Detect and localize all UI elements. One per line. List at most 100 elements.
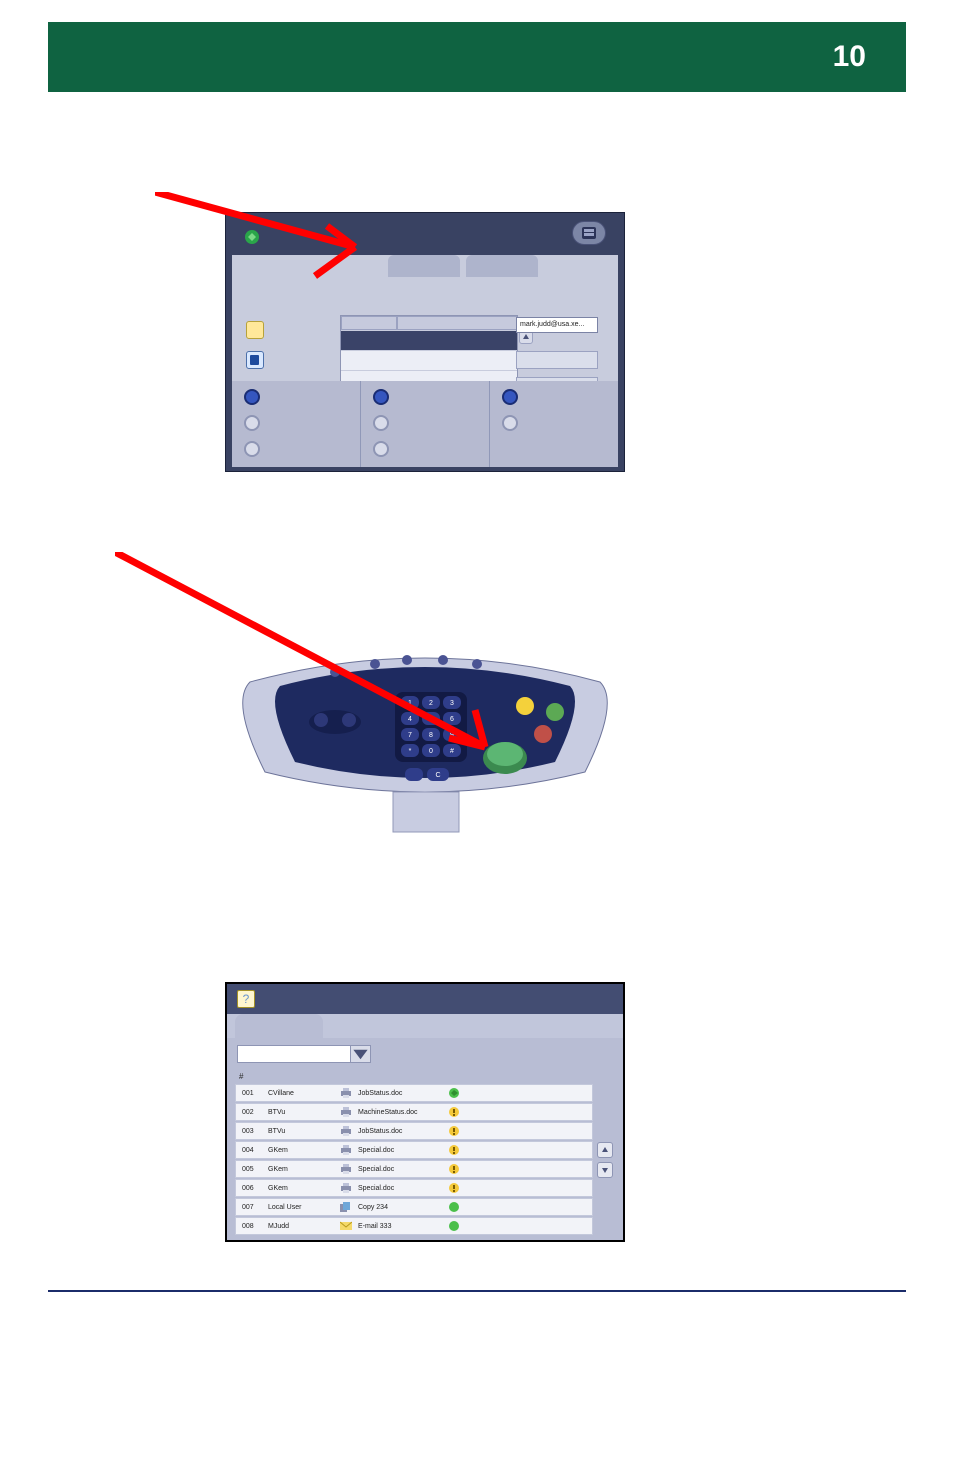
job-row[interactable]: 001CVillane JobStatus.doc: [235, 1084, 593, 1102]
job-filter-dropdown-button[interactable]: [351, 1045, 371, 1063]
job-type-icon: [338, 1183, 354, 1193]
job-id: 001: [236, 1090, 268, 1097]
clear-all-button[interactable]: [546, 703, 564, 721]
option-radio[interactable]: [502, 415, 518, 431]
keypad-key-5[interactable]: 5: [429, 716, 433, 723]
option-column-1: [232, 381, 360, 467]
job-status-icon: [446, 1201, 462, 1213]
active-jobs-tab[interactable]: [235, 1014, 323, 1038]
job-row[interactable]: 007Local User Copy 234: [235, 1198, 593, 1216]
job-name: Special.doc: [354, 1166, 446, 1173]
job-id: 004: [236, 1147, 268, 1154]
job-filter-input[interactable]: [237, 1045, 351, 1063]
job-filter-bar: [227, 1038, 623, 1070]
job-name: Special.doc: [354, 1147, 446, 1154]
keypad-key-2[interactable]: 2: [429, 700, 433, 707]
control-panel-illustration: 1 2 3 4 5 6 7 8 9 * 0 # C: [225, 642, 625, 842]
job-owner: MJudd: [268, 1223, 338, 1230]
scroll-down-button[interactable]: [597, 1162, 613, 1178]
page-number: 10: [833, 40, 866, 74]
recipient-row[interactable]: [341, 330, 517, 350]
job-owner: GKem: [268, 1166, 338, 1173]
job-owner: GKem: [268, 1147, 338, 1154]
email-tab-2[interactable]: [388, 255, 460, 277]
job-name: E-mail 333: [354, 1223, 446, 1230]
touchscreen-frame: mark.judd@usa.xe...: [225, 212, 625, 472]
keypad-key-9[interactable]: 9: [450, 732, 454, 739]
job-status-icon: [446, 1106, 462, 1118]
page-header-bar: 10: [48, 22, 906, 92]
recipient-table-header-2: [397, 316, 517, 330]
email-tab-1[interactable]: [240, 255, 312, 277]
email-tab-3[interactable]: [466, 255, 538, 277]
keypad-key-clear[interactable]: C: [435, 772, 440, 779]
job-status-icon: [446, 1087, 462, 1099]
document-icon[interactable]: [246, 351, 264, 369]
keypad-key-3[interactable]: 3: [450, 700, 454, 707]
job-row[interactable]: 003BTVu JobStatus.doc: [235, 1122, 593, 1140]
keypad-key-8[interactable]: 8: [429, 732, 433, 739]
help-icon[interactable]: ?: [237, 990, 255, 1008]
from-address-text: mark.judd@usa.xe...: [520, 321, 584, 328]
job-owner: GKem: [268, 1185, 338, 1192]
option-radio[interactable]: [244, 389, 260, 405]
job-row[interactable]: 008MJudd E-mail 333: [235, 1217, 593, 1235]
touchscreen-option-row: [232, 381, 618, 467]
touchscreen-topbar: [226, 213, 624, 257]
option-radio[interactable]: [373, 415, 389, 431]
job-owner: BTVu: [268, 1128, 338, 1135]
job-name: JobStatus.doc: [354, 1090, 446, 1097]
keypad-key-4[interactable]: 4: [408, 716, 412, 723]
recipient-table-header-1: [341, 316, 397, 330]
job-row[interactable]: 006GKemSpecial.doc: [235, 1179, 593, 1197]
job-name: Copy 234: [354, 1204, 446, 1211]
job-name: Special.doc: [354, 1185, 446, 1192]
job-id: 003: [236, 1128, 268, 1135]
stop-button[interactable]: [534, 725, 552, 743]
keypad-key-1[interactable]: 1: [408, 700, 412, 707]
job-row[interactable]: 002BTVuMachineStatus.doc: [235, 1103, 593, 1121]
job-status-icon: [446, 1163, 462, 1175]
keypad-key-7[interactable]: 7: [408, 732, 412, 739]
option-radio[interactable]: [373, 441, 389, 457]
job-status-icon: [446, 1220, 462, 1232]
job-status-icon: [446, 1144, 462, 1156]
job-row[interactable]: 004GKem Special.doc: [235, 1141, 593, 1159]
keypad-key-0[interactable]: 0: [429, 748, 433, 755]
figure-control-panel: 1 2 3 4 5 6 7 8 9 * 0 # C: [225, 642, 625, 842]
option-radio[interactable]: [373, 389, 389, 405]
job-name: JobStatus.doc: [354, 1128, 446, 1135]
note-icon[interactable]: [246, 321, 264, 339]
recipient-row[interactable]: [341, 350, 517, 370]
job-status-tab-area: [227, 1014, 623, 1038]
option-column-2: [360, 381, 489, 467]
job-type-icon: [338, 1126, 354, 1136]
job-owner: Local User: [268, 1204, 338, 1211]
touchscreen-body: mark.judd@usa.xe...: [232, 255, 618, 385]
option-radio[interactable]: [244, 441, 260, 457]
figure-job-status-screen: ? # 001CVillane JobStatus.doc 002BTVuMachi…: [225, 982, 625, 1242]
option-radio[interactable]: [244, 415, 260, 431]
job-status-icon: [446, 1182, 462, 1194]
job-type-icon: [338, 1202, 354, 1212]
from-address-field: mark.judd@usa.xe...: [516, 317, 598, 333]
option-radio[interactable]: [502, 389, 518, 405]
job-id: 008: [236, 1223, 268, 1230]
job-row[interactable]: 005GKemSpecial.doc: [235, 1160, 593, 1178]
job-list: 001CVillane JobStatus.doc 002BTVuMachineSt…: [235, 1084, 593, 1234]
job-owner: CVillane: [268, 1090, 338, 1097]
interrupt-button[interactable]: [516, 697, 534, 715]
scroll-up-button[interactable]: [597, 1142, 613, 1158]
job-type-icon: [338, 1088, 354, 1098]
job-status-button[interactable]: [572, 221, 606, 245]
keypad-key-6[interactable]: 6: [450, 716, 454, 723]
keypad-key-star[interactable]: *: [409, 748, 412, 755]
job-type-icon: [338, 1164, 354, 1174]
keypad-key-hash[interactable]: #: [450, 748, 454, 755]
job-name: MachineStatus.doc: [354, 1109, 446, 1116]
side-button-1[interactable]: [516, 351, 598, 369]
job-id: 007: [236, 1204, 268, 1211]
figure-touch-screen: mark.judd@usa.xe...: [225, 212, 625, 472]
job-type-icon: [338, 1145, 354, 1155]
column-header-hash: #: [227, 1070, 623, 1081]
